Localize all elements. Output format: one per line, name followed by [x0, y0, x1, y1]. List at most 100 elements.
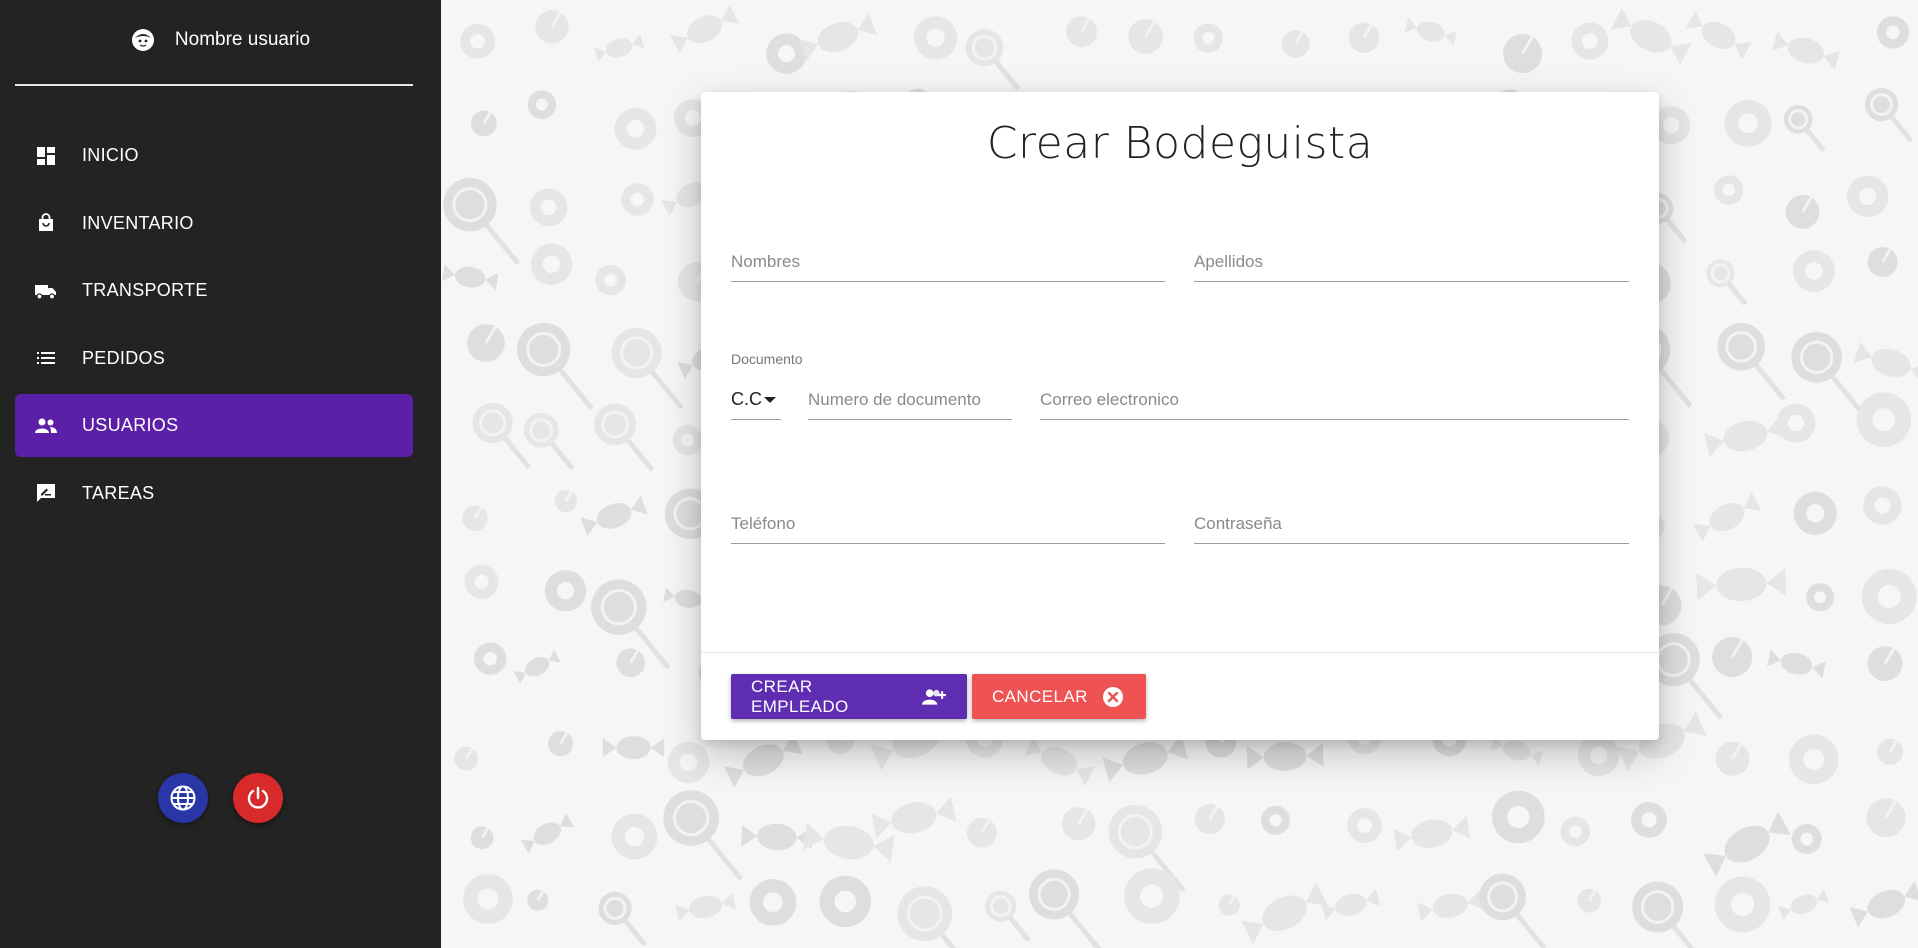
candy-shape [1767, 649, 1827, 679]
candy-shape [1102, 734, 1189, 783]
candy-shape [554, 489, 578, 513]
candy-shape [1724, 99, 1772, 147]
candy-shape [1704, 415, 1787, 458]
sidebar-item-label: INVENTARIO [82, 212, 194, 233]
candy-shape [520, 813, 575, 854]
sidebar-item-inventario[interactable]: INVENTARIO [15, 192, 413, 255]
sidebar-nav: INICIO INVENTARIO TRANSPORTE PEDIDOS USU… [15, 124, 413, 529]
candy-shape [1417, 890, 1484, 922]
candy-shape [913, 16, 958, 60]
candy-shape [965, 28, 1021, 91]
globe-icon [170, 785, 196, 811]
candy-shape [460, 23, 496, 59]
candy-shape [529, 188, 568, 227]
candy-shape [1692, 492, 1762, 542]
candy-shape [1560, 816, 1591, 847]
nombres-input[interactable] [731, 242, 1165, 281]
candy-shape [985, 890, 1031, 943]
documento-type-value: C.C [731, 389, 762, 409]
nombres-field [731, 242, 1165, 282]
language-button[interactable] [158, 773, 208, 823]
create-employee-button[interactable]: CREAR EMPLEADO [731, 674, 967, 719]
candy-shape [594, 403, 655, 472]
truck-icon [35, 280, 57, 302]
candy-shape [611, 813, 658, 860]
rate-review-icon [35, 482, 57, 504]
candy-shape [1806, 583, 1835, 612]
apellidos-input[interactable] [1194, 242, 1629, 281]
sidebar-item-transporte[interactable]: TRANSPORTE [15, 259, 413, 322]
candy-shape [527, 90, 557, 119]
candy-shape [1791, 823, 1822, 855]
candy-shape [1241, 882, 1329, 945]
cancel-circle-icon [1102, 686, 1123, 707]
candy-shape [616, 648, 646, 678]
sidebar-item-inicio[interactable]: INICIO [15, 124, 413, 187]
candy-shape [667, 741, 710, 784]
candy-shape [670, 4, 740, 54]
sidebar-item-usuarios[interactable]: USUARIOS [15, 394, 413, 457]
user-profile[interactable]: Nombre usuario [0, 22, 441, 58]
logout-button[interactable] [233, 773, 283, 823]
candy-shape [1876, 738, 1904, 765]
candy-shape [1714, 876, 1771, 933]
candy-shape [1717, 322, 1787, 401]
correo-input[interactable] [1040, 380, 1629, 419]
candy-shape [516, 322, 594, 410]
candy-shape [663, 790, 744, 881]
candy-shape [614, 107, 657, 150]
candy-shape [1123, 868, 1180, 924]
numero-documento-input[interactable] [808, 380, 1012, 419]
candy-shape [1771, 31, 1841, 71]
power-icon [247, 786, 269, 809]
sidebar-item-label: TRANSPORTE [82, 280, 208, 300]
candy-shape [1861, 569, 1917, 625]
documento-type-select[interactable]: C.C [731, 380, 781, 420]
candy-shape [1791, 332, 1865, 415]
contrasena-input[interactable] [1194, 504, 1629, 543]
candy-shape [611, 327, 684, 410]
cancel-button[interactable]: CANCELAR [972, 674, 1146, 719]
card-footer-divider [701, 652, 1659, 653]
candy-shape [1685, 10, 1752, 60]
candy-shape [675, 891, 737, 922]
candy-shape [1479, 873, 1547, 948]
candy-shape [1776, 403, 1816, 443]
candy-shape [441, 264, 499, 290]
candy-shape [1863, 486, 1902, 525]
candy-shape [462, 505, 488, 532]
candy-shape [1866, 798, 1906, 838]
sidebar-item-label: TAREAS [82, 482, 155, 503]
sidebar-item-pedidos[interactable]: PEDIDOS [15, 327, 413, 390]
candy-shape [966, 817, 997, 848]
candy-shape [749, 878, 797, 926]
sidebar-item-tareas[interactable]: TAREAS [15, 462, 413, 525]
candy-shape [1577, 888, 1602, 913]
apellidos-field [1194, 242, 1629, 282]
candy-shape [798, 13, 878, 61]
candy-shape [819, 875, 871, 928]
shopping-bag-icon [35, 212, 57, 234]
candy-shape [1788, 734, 1839, 785]
candy-shape [580, 495, 648, 537]
sidebar-item-label: PEDIDOS [82, 347, 166, 368]
candy-shape [1503, 34, 1543, 74]
page-title: Crear Bodeguista [986, 118, 1374, 169]
candy-shape [1024, 736, 1095, 786]
telefono-input[interactable] [731, 504, 1165, 543]
candy-shape [1194, 804, 1225, 835]
candy-shape [1696, 567, 1787, 602]
user-name: Nombre usuario [174, 29, 311, 50]
candy-shape [593, 34, 645, 62]
candy-shape [1793, 250, 1835, 293]
candy-shape [1846, 175, 1889, 218]
candy-shape [1393, 815, 1471, 852]
cancel-label: CANCELAR [992, 686, 1088, 706]
candy-shape [1260, 805, 1290, 835]
sidebar-item-label: USUARIOS [82, 415, 179, 435]
correo-field [1040, 380, 1629, 420]
candy-shape [1066, 16, 1097, 48]
candy-shape [1281, 29, 1310, 58]
candy-shape [513, 649, 561, 684]
candy-shape [1061, 807, 1096, 841]
